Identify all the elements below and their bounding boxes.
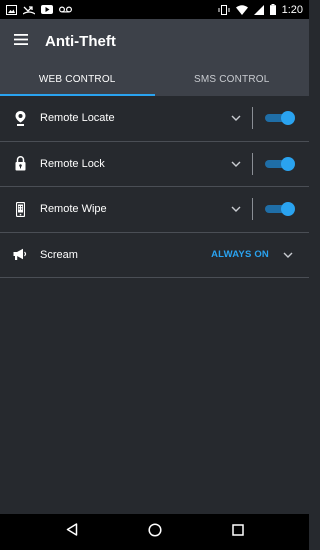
battery-icon: [269, 4, 276, 15]
remote-lock-toggle[interactable]: [265, 156, 295, 171]
status-bar-time: 1:20: [281, 3, 303, 16]
home-button[interactable]: [140, 517, 170, 547]
divider: [252, 152, 253, 175]
home-circle-icon: [147, 522, 162, 542]
list-item-remote-locate[interactable]: Remote Locate: [0, 96, 309, 142]
megaphone-icon: [0, 233, 40, 278]
remote-locate-toggle[interactable]: [265, 111, 295, 126]
recents-button[interactable]: [223, 517, 253, 547]
status-bar: 1:20: [0, 0, 309, 19]
recents-square-icon: [231, 523, 244, 541]
status-bar-left: [6, 4, 72, 15]
remote-lock-label: Remote Lock: [40, 157, 105, 170]
back-triangle-icon: [66, 523, 78, 541]
feature-list: Remote Locate Remote Lock Remote Wipe Sc…: [0, 96, 309, 278]
list-item-remote-wipe[interactable]: Remote Wipe: [0, 187, 309, 233]
lock-icon: [0, 142, 40, 187]
list-item-remote-lock[interactable]: Remote Lock: [0, 142, 309, 187]
wifi-icon: [235, 4, 248, 15]
scream-label: Scream: [40, 248, 78, 261]
vibrate-icon: [218, 4, 230, 15]
divider: [252, 198, 253, 221]
tab-sms-control[interactable]: SMS CONTROL: [155, 63, 310, 96]
list-item-scream[interactable]: Scream ALWAYS ON: [0, 233, 309, 278]
youtube-icon: [41, 5, 53, 14]
signal-icon: [253, 4, 264, 15]
remote-wipe-toggle[interactable]: [265, 202, 295, 217]
menu-button[interactable]: [0, 19, 42, 63]
phone-wipe-icon: [0, 187, 40, 232]
status-bar-right: 1:20: [218, 4, 303, 16]
remote-locate-label: Remote Locate: [40, 112, 115, 125]
chevron-down-icon[interactable]: [277, 252, 299, 258]
page-title: Anti-Theft: [45, 32, 116, 50]
image-icon: [6, 4, 17, 15]
chevron-down-icon[interactable]: [225, 115, 247, 122]
tab-web-control[interactable]: WEB CONTROL: [0, 63, 155, 96]
app-bar: Anti-Theft: [0, 19, 309, 63]
back-button[interactable]: [57, 517, 87, 547]
tab-bar: WEB CONTROL SMS CONTROL: [0, 63, 309, 96]
missed-call-icon: [23, 5, 35, 15]
location-pin-icon: [0, 96, 40, 141]
voicemail-icon: [59, 6, 72, 13]
chevron-down-icon[interactable]: [225, 206, 247, 213]
chevron-down-icon[interactable]: [225, 161, 247, 167]
remote-wipe-label: Remote Wipe: [40, 203, 107, 216]
system-nav-bar: [0, 514, 309, 550]
divider: [252, 107, 253, 130]
hamburger-menu-icon: [14, 32, 28, 50]
scream-status-badge: ALWAYS ON: [211, 249, 269, 261]
